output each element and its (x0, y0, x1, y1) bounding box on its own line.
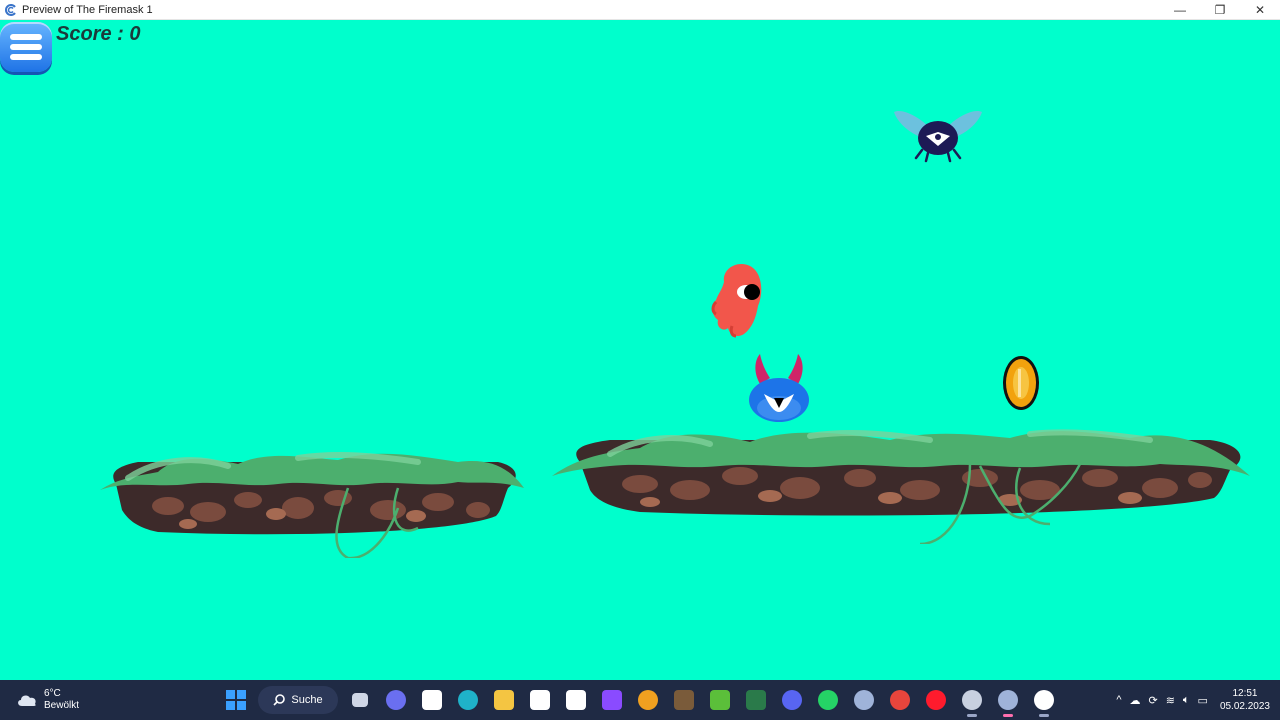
store-icon[interactable] (414, 680, 450, 720)
chrome-icon[interactable] (882, 680, 918, 720)
minimize-button[interactable]: — (1160, 0, 1200, 19)
score-label: Score : 0 (56, 23, 141, 45)
window-title-bar: Preview of The Firemask 1 — ❐ ✕ (0, 0, 1280, 20)
construct-preview-icon[interactable] (990, 680, 1026, 720)
minecraft-icon[interactable] (666, 680, 702, 720)
battery-icon[interactable]: ▭ (1198, 694, 1208, 707)
settings-icon[interactable] (954, 680, 990, 720)
window-title: Preview of The Firemask 1 (22, 3, 153, 16)
system-tray: ^ ☁ ⟳ ≋ 🔈︎ ▭ 12:51 05.02.2023 (1112, 680, 1280, 720)
clock-time: 12:51 (1232, 688, 1258, 699)
close-button[interactable]: ✕ (1240, 0, 1280, 19)
obs-icon[interactable] (1026, 680, 1062, 720)
onedrive-icon[interactable]: ☁ (1129, 694, 1140, 707)
minecraft-launcher-icon[interactable] (702, 680, 738, 720)
minecraft-education-icon[interactable] (738, 680, 774, 720)
amazon-icon[interactable] (522, 680, 558, 720)
teams-chat-icon[interactable] (378, 680, 414, 720)
windows-taskbar: 6°C Bewölkt Suche ^ ☁ ⟳ ≋ 🔈︎ ▭ 12:51 05.… (0, 680, 1280, 720)
discord-icon[interactable] (774, 680, 810, 720)
floating-platform-right (552, 429, 1250, 544)
cloud-icon (18, 695, 36, 706)
whatsapp-icon[interactable] (810, 680, 846, 720)
hamburger-menu-icon[interactable] (0, 22, 52, 72)
taskbar-apps: Suche (218, 680, 1062, 720)
weather-temperature: 6°C (44, 688, 61, 699)
flying-bat-enemy (894, 110, 982, 163)
weather-description: Bewölkt (44, 700, 80, 711)
taskbar-clock[interactable]: 12:51 05.02.2023 (1220, 687, 1270, 713)
chevron-up-icon[interactable]: ^ (1116, 694, 1121, 706)
windows-start-icon (226, 690, 246, 710)
file-explorer-icon[interactable] (486, 680, 522, 720)
weather-widget[interactable]: 6°C Bewölkt (16, 680, 79, 720)
start-button[interactable] (218, 680, 254, 720)
construct-icon[interactable] (846, 680, 882, 720)
volume-icon[interactable]: 🔈︎ (1183, 694, 1190, 707)
wifi-icon[interactable]: ≋ (1166, 694, 1175, 707)
vpn-icon[interactable] (630, 680, 666, 720)
red-player-character (711, 263, 762, 338)
task-view-icon[interactable] (342, 680, 378, 720)
edge-icon[interactable] (450, 680, 486, 720)
game-canvas[interactable]: Score : 0 (0, 20, 1280, 680)
search-label: Suche (291, 694, 323, 706)
clock-date: 05.02.2023 (1219, 701, 1270, 712)
restore-button[interactable]: ❐ (1200, 0, 1240, 19)
clipchamp-icon[interactable] (594, 680, 630, 720)
opera-icon[interactable] (918, 680, 954, 720)
sync-icon[interactable]: ⟳ (1148, 694, 1157, 707)
floating-platform-left (100, 452, 524, 558)
search-icon (273, 694, 286, 706)
capcut-icon[interactable] (558, 680, 594, 720)
construct-app-icon (5, 3, 16, 16)
taskbar-search[interactable]: Suche (258, 686, 338, 714)
